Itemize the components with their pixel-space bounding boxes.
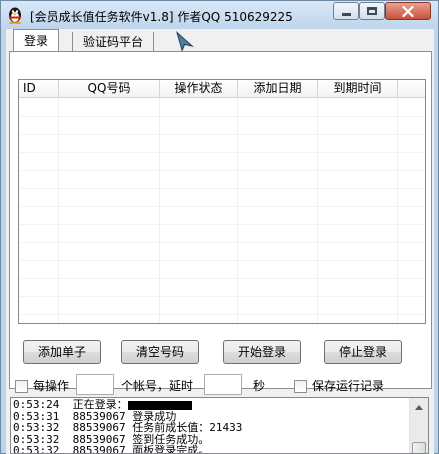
save-log-checkbox[interactable] <box>294 380 307 393</box>
log-message: 88539067 面板登录完成。 <box>72 444 210 454</box>
app-window: [会员成长值任务软件v1.8] 作者QQ 510629225 登录 验证码平台 <box>0 0 439 454</box>
column-header-id[interactable]: ID <box>19 80 59 98</box>
clear-numbers-button[interactable]: 清空号码 <box>121 340 199 364</box>
penguin-icon <box>9 7 21 24</box>
log-line: 0:53:32 88539067 面板登录完成。 <box>13 444 407 454</box>
chevron-up-icon <box>415 404 423 410</box>
column-header-qq[interactable]: QQ号码 <box>59 80 160 98</box>
per-operation-checkbox[interactable] <box>15 380 28 393</box>
log-scrollbar[interactable] <box>409 398 428 453</box>
scroll-thumb[interactable] <box>412 442 426 453</box>
close-icon <box>402 5 414 17</box>
arrow-cursor-icon <box>176 31 194 52</box>
account-table[interactable]: ID QQ号码 操作状态 添加日期 到期时间 <box>18 79 426 324</box>
tab-strip: 登录 验证码平台 <box>6 29 434 53</box>
login-panel: ID QQ号码 操作状态 添加日期 到期时间 添加单子 清空号码 开始登录 停止… <box>9 51 432 395</box>
client-area: 登录 验证码平台 ID QQ号码 操作状态 添加日期 到期时间 添加单子 清空号… <box>6 29 434 454</box>
column-header-status[interactable]: 操作状态 <box>160 80 238 98</box>
redacted-block <box>127 400 192 410</box>
delay-seconds-input[interactable] <box>204 374 242 395</box>
minimize-icon <box>341 12 351 16</box>
column-header-expire[interactable]: 到期时间 <box>318 80 398 98</box>
add-order-button[interactable]: 添加单子 <box>23 340 101 364</box>
table-body[interactable] <box>19 98 425 323</box>
start-login-button[interactable]: 开始登录 <box>223 340 301 364</box>
log-time: 0:53:32 <box>13 444 60 454</box>
per-operation-count-input[interactable] <box>76 374 114 395</box>
title-bar[interactable]: [会员成长值任务软件v1.8] 作者QQ 510629225 <box>1 1 438 29</box>
stop-login-button[interactable]: 停止登录 <box>324 340 402 364</box>
log-lines: 0:53:24 正在登录： 0:53:31 88539067 登录成功 0:53:3… <box>13 399 407 454</box>
per-operation-label: 每操作 <box>33 379 70 393</box>
maximize-button[interactable] <box>359 2 385 20</box>
minimize-button[interactable] <box>333 2 359 20</box>
run-log[interactable]: 0:53:24 正在登录： 0:53:31 88539067 登录成功 0:53:3… <box>10 397 429 454</box>
column-header-add-date[interactable]: 添加日期 <box>238 80 318 98</box>
table-header: ID QQ号码 操作状态 添加日期 到期时间 <box>19 80 425 98</box>
scroll-up-button[interactable] <box>411 399 427 415</box>
maximize-icon <box>367 7 377 15</box>
seconds-label: 秒 <box>253 379 266 393</box>
tab-login[interactable]: 登录 <box>13 29 60 52</box>
close-button[interactable] <box>385 2 431 20</box>
column-header-filler <box>398 80 425 98</box>
window-title: [会员成长值任务软件v1.8] 作者QQ 510629225 <box>30 10 293 24</box>
accounts-delay-label: 个帐号，延时 <box>121 379 194 393</box>
tab-captcha-platform[interactable]: 验证码平台 <box>72 32 155 53</box>
save-log-label: 保存运行记录 <box>312 379 385 393</box>
